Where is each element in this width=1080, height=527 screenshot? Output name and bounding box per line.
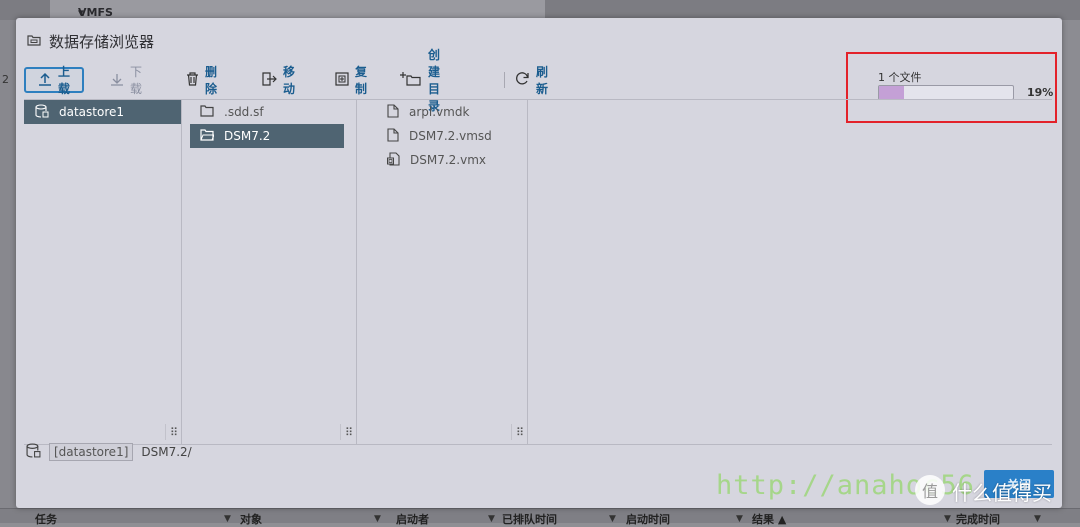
file-icon xyxy=(387,127,399,145)
start-time-column-header[interactable]: 启动时间 xyxy=(626,511,670,527)
download-button[interactable]: 下载 xyxy=(110,65,142,96)
datastore-pane: datastore1 ⠿ xyxy=(24,100,182,444)
open-folder-icon xyxy=(200,128,215,144)
background-left-panel: 2 xyxy=(0,20,16,522)
dialog-header: 数据存储浏览器 xyxy=(27,31,154,51)
pane-resize-handle[interactable]: ⠿ xyxy=(340,424,357,440)
background-right-panel xyxy=(1062,20,1080,522)
object-column-filter-icon[interactable]: ▼ xyxy=(370,511,381,524)
completion-time-column-header[interactable]: 完成时间 xyxy=(956,511,1000,527)
refresh-button[interactable]: 刷新 xyxy=(515,65,548,96)
download-icon xyxy=(110,72,124,89)
copy-icon xyxy=(335,71,349,89)
task-column-filter-icon[interactable]: ▼ xyxy=(220,511,231,524)
file-name: DSM7.2.vmx xyxy=(410,153,487,167)
pane-resize-handle[interactable]: ⠿ xyxy=(511,424,528,440)
recent-tasks-header: 任务 ▼ 对象 ▼ 启动者 ▼ 已排队时间 ▼ 启动时间 ▼ 结果 ▲ ▼ 完成… xyxy=(0,508,1080,526)
folder-icon xyxy=(200,104,214,120)
new-folder-icon xyxy=(400,71,422,89)
path-bar: [datastore1] DSM7.2/ xyxy=(26,442,192,462)
folder-name: DSM7.2 xyxy=(224,129,271,143)
object-column-header[interactable]: 对象 xyxy=(240,511,262,527)
datastore-item[interactable]: datastore1 xyxy=(24,100,181,124)
upload-button[interactable]: 上载 xyxy=(24,65,85,96)
delete-label: 删除 xyxy=(205,65,218,96)
datastore-browser-dialog: 数据存储浏览器 上载 下载 删除 移动 复制 创建目录 刷新 1 个文件 19%… xyxy=(16,18,1062,508)
upload-label: 上载 xyxy=(58,65,71,96)
path-folder: DSM7.2/ xyxy=(141,445,192,459)
datastore-name: datastore1 xyxy=(59,105,125,119)
file-icon xyxy=(387,103,399,121)
start-time-column-filter-icon[interactable]: ▼ xyxy=(732,511,743,524)
move-button[interactable]: 移动 xyxy=(261,65,295,96)
initiator-column-header[interactable]: 启动者 xyxy=(396,511,429,527)
download-label: 下载 xyxy=(130,65,143,96)
copy-label: 复制 xyxy=(355,65,368,96)
left-panel-number: 2 xyxy=(2,73,9,86)
file-name: arpl.vmdk xyxy=(409,105,470,119)
toolbar-separator xyxy=(504,72,505,88)
datastore-icon xyxy=(35,103,49,121)
pane-resize-handle[interactable]: ⠿ xyxy=(165,424,182,440)
file-item[interactable]: DSM7.2.vmx xyxy=(387,148,517,172)
trash-icon xyxy=(186,71,199,89)
folder-pane: .sdd.sf DSM7.2 ⠿ xyxy=(182,100,357,444)
refresh-icon xyxy=(515,71,530,89)
refresh-label: 刷新 xyxy=(536,65,549,96)
details-pane xyxy=(528,100,1052,444)
datastore-browser-icon xyxy=(27,33,41,50)
dialog-title: 数据存储浏览器 xyxy=(49,32,155,51)
path-datastore-crumb[interactable]: [datastore1] xyxy=(49,443,134,461)
file-name: DSM7.2.vmsd xyxy=(409,129,492,143)
file-pane: arpl.vmdk DSM7.2.vmsd DSM7.2.vmx ⠿ xyxy=(357,100,528,444)
browser-panes: datastore1 ⠿ .sdd.sf DSM7.2 ⠿ arpl.vmdk … xyxy=(24,99,1052,445)
completion-time-column-filter-icon[interactable]: ▼ xyxy=(1030,511,1041,524)
datastore-path-icon xyxy=(26,443,41,461)
folder-item[interactable]: .sdd.sf xyxy=(200,100,338,124)
result-column-header[interactable]: 结果 ▲ xyxy=(752,511,786,527)
file-item[interactable]: arpl.vmdk xyxy=(387,100,517,124)
task-column-header[interactable]: 任务 xyxy=(35,511,57,527)
watermark-site-name: 什么值得买 xyxy=(952,481,1052,505)
result-column-filter-icon[interactable]: ▼ xyxy=(940,511,951,524)
delete-button[interactable]: 删除 xyxy=(186,65,217,96)
file-item[interactable]: DSM7.2.vmsd xyxy=(387,124,517,148)
copy-button[interactable]: 复制 xyxy=(335,65,367,96)
folder-item-selected[interactable]: DSM7.2 xyxy=(190,124,344,148)
move-icon xyxy=(261,71,277,89)
vm-file-icon xyxy=(387,151,400,169)
upload-icon xyxy=(38,72,52,89)
watermark-logo: 值 xyxy=(915,475,945,505)
queued-time-column-filter-icon[interactable]: ▼ xyxy=(605,511,616,524)
move-label: 移动 xyxy=(283,65,296,96)
new-folder-button[interactable]: 创建目录 xyxy=(400,48,440,113)
initiator-column-filter-icon[interactable]: ▼ xyxy=(484,511,495,524)
folder-name: .sdd.sf xyxy=(224,105,264,119)
queued-time-column-header[interactable]: 已排队时间 xyxy=(502,511,557,527)
